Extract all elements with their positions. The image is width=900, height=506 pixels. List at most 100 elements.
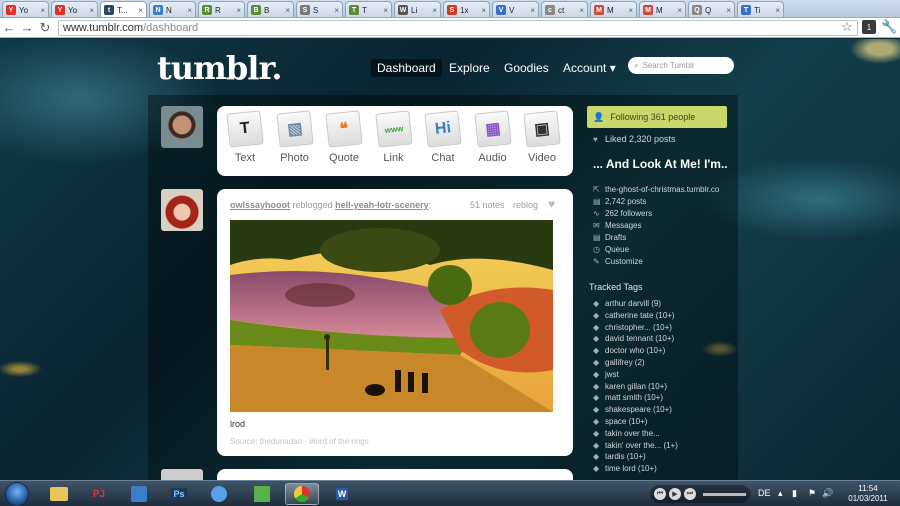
tab-close-icon[interactable]: × <box>334 6 339 15</box>
wrench-menu-icon[interactable]: 🔧 <box>881 19 897 35</box>
tab-close-icon[interactable]: × <box>138 6 143 15</box>
itunes-icon[interactable] <box>202 483 236 505</box>
browser-tab[interactable]: Q Q × <box>688 1 735 17</box>
browser-tab[interactable]: W Li × <box>394 1 441 17</box>
play-icon[interactable]: ▶ <box>669 488 681 500</box>
bookmark-star-icon[interactable]: ☆ <box>841 19 853 35</box>
tab-close-icon[interactable]: × <box>187 6 192 15</box>
post-notes-count[interactable]: 51 notes <box>470 200 505 210</box>
tab-close-icon[interactable]: × <box>775 6 780 15</box>
browser-tab[interactable]: B B × <box>247 1 294 17</box>
blog-link[interactable]: ▤ 2,742 posts <box>593 197 646 206</box>
chrome-icon[interactable] <box>285 483 319 505</box>
tab-close-icon[interactable]: × <box>579 6 584 15</box>
post-author-avatar[interactable] <box>161 189 203 231</box>
blog-link[interactable]: ✉ Messages <box>593 221 641 230</box>
post-type-link-button[interactable]: www Link <box>372 110 416 164</box>
reload-icon[interactable]: ↻ <box>36 19 54 37</box>
tumblr-logo[interactable]: tumblr. <box>157 49 282 87</box>
tab-close-icon[interactable]: × <box>236 6 241 15</box>
blog-title[interactable]: ... And Look At Me! I'm.. <box>593 157 728 171</box>
nav-account[interactable]: Account ▾ <box>557 59 622 77</box>
blog-link[interactable]: ✎ Customize <box>593 257 643 266</box>
post-type-quote-button[interactable]: ❝ Quote <box>322 110 366 164</box>
control-panel-icon[interactable] <box>245 483 279 505</box>
outlook-icon[interactable] <box>122 483 156 505</box>
action-center-icon[interactable]: ⚑ <box>808 488 816 499</box>
tracked-tag-item[interactable]: ◆ doctor who (10+) <box>593 346 665 355</box>
volume-icon[interactable]: 🔊 <box>822 488 833 499</box>
blog-link[interactable]: ∿ 262 followers <box>593 209 652 218</box>
tab-close-icon[interactable]: × <box>530 6 535 15</box>
post-source-blog-link[interactable]: hell-yeah-lotr-scenery <box>335 200 429 210</box>
avatar[interactable] <box>161 106 203 148</box>
browser-tab[interactable]: Y Yo × <box>2 1 49 17</box>
browser-tab[interactable]: c ct × <box>541 1 588 17</box>
explorer-icon[interactable] <box>42 483 76 505</box>
tab-close-icon[interactable]: × <box>481 6 486 15</box>
reblog-button[interactable]: reblog <box>513 200 538 210</box>
tracked-tag-item[interactable]: ◆ time lord (10+) <box>593 464 657 473</box>
tracked-tag-item[interactable]: ◆ karen gillan (10+) <box>593 382 667 391</box>
pj-app-icon[interactable]: PJ <box>82 483 116 505</box>
tracked-tag-item[interactable]: ◆ christopher... (10+) <box>593 323 672 332</box>
browser-tab[interactable]: V V × <box>492 1 539 17</box>
tracked-tag-item[interactable]: ◆ david tennant (10+) <box>593 334 674 343</box>
tracked-tag-item[interactable]: ◆ shakespeare (10+) <box>593 405 672 414</box>
nav-goodies[interactable]: Goodies <box>498 59 555 77</box>
browser-tab[interactable]: T T × <box>345 1 392 17</box>
browser-tab[interactable]: N N × <box>149 1 196 17</box>
extension-badge-icon[interactable]: 1 <box>862 20 876 34</box>
battery-icon[interactable]: ▮ <box>792 488 797 499</box>
browser-tab[interactable]: S S × <box>296 1 343 17</box>
next-post-avatar[interactable] <box>161 469 203 480</box>
media-controls[interactable]: ⏮ ▶ ⏭ <box>650 485 750 503</box>
tracked-tag-item[interactable]: ◆ catherine tate (10+) <box>593 311 675 320</box>
blog-link[interactable]: ▤ Drafts <box>593 233 626 242</box>
tab-close-icon[interactable]: × <box>285 6 290 15</box>
post-photo[interactable] <box>230 220 553 412</box>
post-user-link[interactable]: owlssayhooot <box>230 200 290 210</box>
tab-close-icon[interactable]: × <box>726 6 731 15</box>
nav-dashboard[interactable]: Dashboard <box>371 59 442 77</box>
word-icon[interactable]: W <box>325 483 359 505</box>
browser-tab[interactable]: M M × <box>590 1 637 17</box>
liked-posts-link[interactable]: ♥ Liked 2,320 posts <box>593 134 676 144</box>
tab-close-icon[interactable]: × <box>89 6 94 15</box>
tab-close-icon[interactable]: × <box>40 6 45 15</box>
like-heart-icon[interactable]: ♥ <box>548 197 555 211</box>
address-bar[interactable]: www.tumblr.com/dashboard <box>58 20 858 36</box>
tracked-tag-item[interactable]: ◆ takin over the... <box>593 429 660 438</box>
back-icon[interactable]: ← <box>0 19 18 37</box>
show-hidden-icons-icon[interactable]: ▴ <box>778 488 783 499</box>
browser-tab[interactable]: S 1x × <box>443 1 490 17</box>
browser-tab[interactable]: t T... × <box>100 1 147 17</box>
post-type-photo-button[interactable]: ▧ Photo <box>273 110 317 164</box>
tracked-tag-item[interactable]: ◆ jwst <box>593 370 619 379</box>
forward-icon[interactable]: → <box>18 19 36 37</box>
search-input[interactable]: ⌕ Search Tumblr <box>628 57 734 74</box>
post-source[interactable]: Source: thedunadan · #lord of the rings <box>230 437 369 446</box>
tab-close-icon[interactable]: × <box>432 6 437 15</box>
tracked-tag-item[interactable]: ◆ gallifrey (2) <box>593 358 645 367</box>
previous-icon[interactable]: ⏮ <box>654 488 666 500</box>
following-count[interactable]: 👤 Following 361 people <box>587 106 727 128</box>
post-type-audio-button[interactable]: ▦ Audio <box>471 110 515 164</box>
nav-explore[interactable]: Explore <box>443 59 496 77</box>
system-clock[interactable]: 11:54 01/03/2011 <box>842 484 894 504</box>
blog-link[interactable]: ⇱ the-ghost-of-christmas.tumblr.co <box>593 185 719 194</box>
post-type-chat-button[interactable]: Hi Chat <box>421 110 465 164</box>
browser-tab[interactable]: R R × <box>198 1 245 17</box>
tracked-tag-item[interactable]: ◆ takin' over the... (1+) <box>593 441 678 450</box>
tab-close-icon[interactable]: × <box>677 6 682 15</box>
post-type-video-button[interactable]: ▣ Video <box>520 110 564 164</box>
tab-close-icon[interactable]: × <box>628 6 633 15</box>
post-type-text-button[interactable]: T Text <box>223 110 267 164</box>
blog-link[interactable]: ◷ Queue <box>593 245 629 254</box>
photoshop-icon[interactable]: Ps <box>162 483 196 505</box>
tracked-tag-item[interactable]: ◆ arthur darvill (9) <box>593 299 661 308</box>
browser-tab[interactable]: Y Yo × <box>51 1 98 17</box>
browser-tab[interactable]: M M × <box>639 1 686 17</box>
next-icon[interactable]: ⏭ <box>684 488 696 500</box>
start-button[interactable] <box>5 482 29 506</box>
